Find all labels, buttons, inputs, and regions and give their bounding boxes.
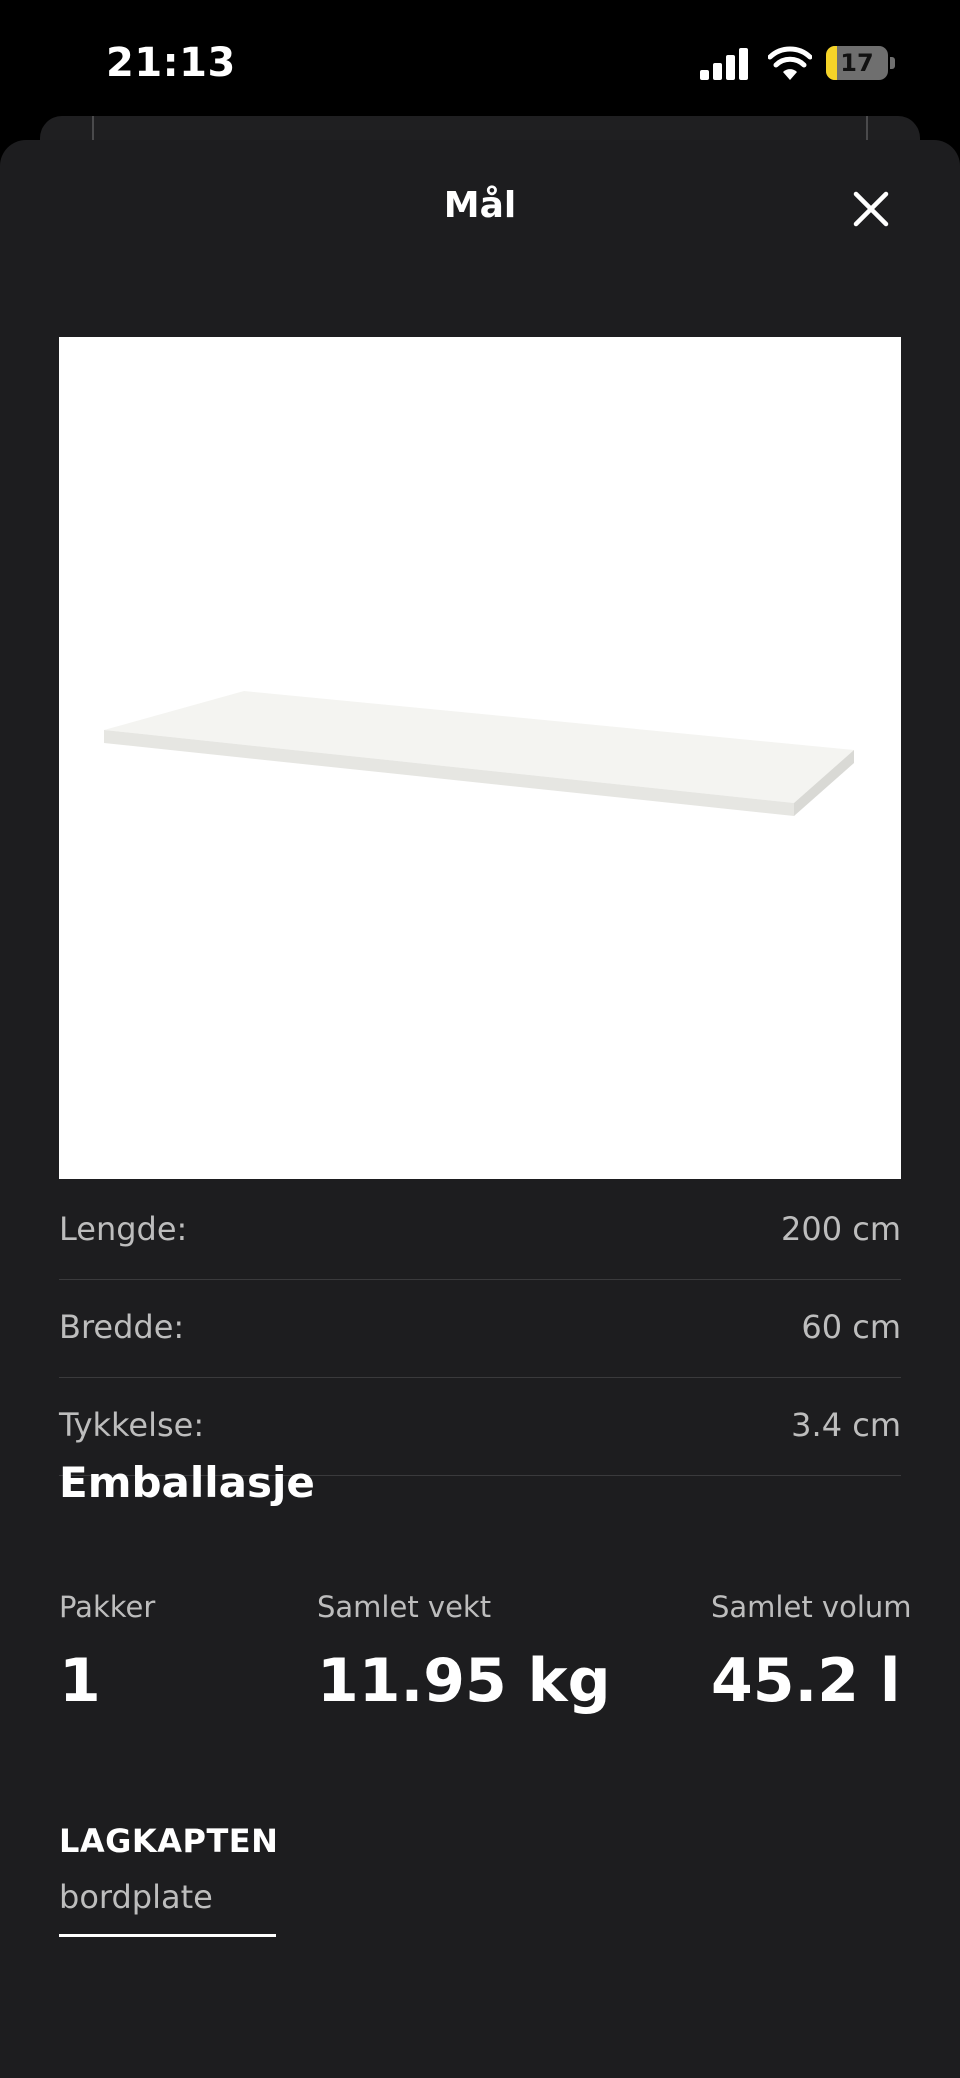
wifi-icon bbox=[768, 46, 812, 80]
battery-tip bbox=[890, 57, 895, 69]
sheet-edge-line bbox=[866, 116, 868, 140]
battery-body: 17 bbox=[826, 46, 888, 80]
total-weight-value: 11.95 kg bbox=[317, 1646, 611, 1716]
cellular-signal-icon bbox=[700, 48, 748, 80]
status-time: 21:13 bbox=[106, 40, 236, 86]
sheet-title: Mål bbox=[443, 185, 517, 226]
status-bar: 21:13 17 bbox=[0, 0, 960, 130]
dimension-value: 60 cm bbox=[801, 1308, 901, 1346]
close-button[interactable] bbox=[846, 184, 896, 234]
packages-value: 1 bbox=[59, 1646, 101, 1716]
dimensions-sheet: Mål Lengde: 200 cm Bredde: 60 cm Tykkels… bbox=[0, 140, 960, 2078]
tabletop-illustration bbox=[104, 691, 854, 816]
total-weight-label: Samlet vekt bbox=[317, 1590, 492, 1624]
dimension-value: 200 cm bbox=[780, 1210, 901, 1248]
product-description-tab[interactable]: bordplate bbox=[59, 1878, 213, 1916]
product-name: LAGKAPTEN bbox=[59, 1822, 279, 1860]
product-image bbox=[59, 337, 901, 1179]
total-volume-label: Samlet volum bbox=[711, 1590, 912, 1624]
dimension-row-length: Lengde: 200 cm bbox=[59, 1182, 901, 1280]
sheet-edge-line bbox=[92, 116, 94, 140]
packages-stat: Pakker 1 bbox=[59, 1590, 155, 1716]
packaging-heading: Emballasje bbox=[59, 1458, 315, 1507]
battery-percentage: 17 bbox=[840, 49, 874, 77]
dimension-row-width: Bredde: 60 cm bbox=[59, 1280, 901, 1378]
dimension-label: Tykkelse: bbox=[59, 1406, 205, 1444]
tab-underline bbox=[59, 1934, 276, 1937]
battery-icon: 17 bbox=[826, 46, 896, 80]
dimension-label: Bredde: bbox=[59, 1308, 185, 1346]
total-volume-stat: Samlet volum 45.2 l bbox=[711, 1590, 912, 1716]
total-weight-stat: Samlet vekt 11.95 kg bbox=[317, 1590, 611, 1716]
packages-label: Pakker bbox=[59, 1590, 156, 1624]
dimension-value: 3.4 cm bbox=[791, 1406, 901, 1444]
dimension-label: Lengde: bbox=[59, 1210, 188, 1248]
close-icon bbox=[853, 191, 889, 227]
total-volume-value: 45.2 l bbox=[711, 1646, 901, 1716]
